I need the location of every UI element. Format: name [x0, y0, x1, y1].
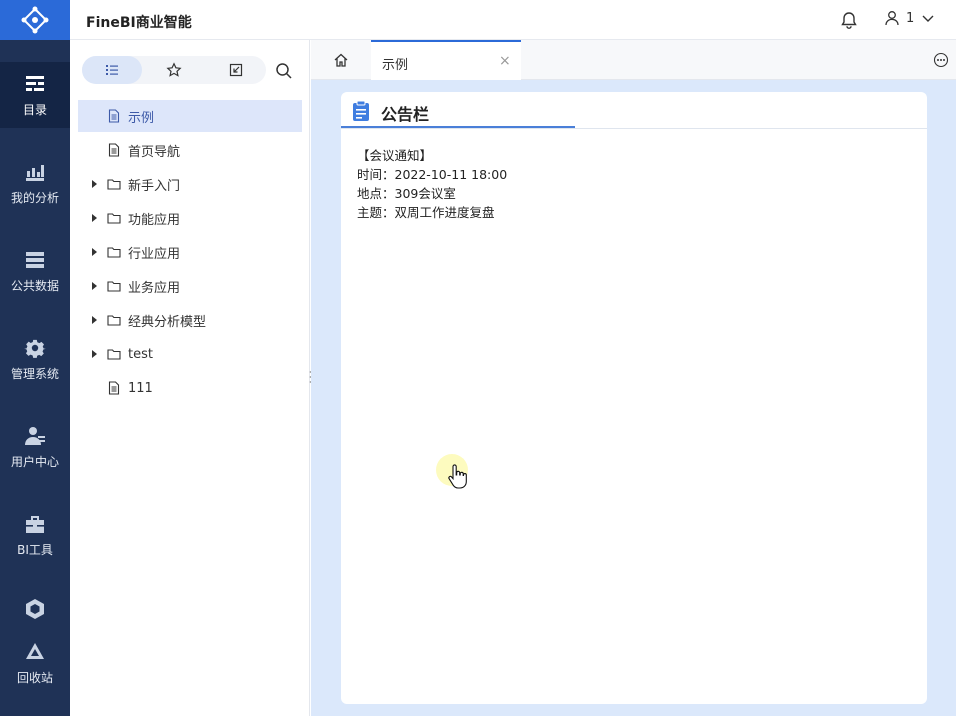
- bulletin-card: 公告栏 【会议通知】 时间：2022-10-11 18:00 地点：309会议室…: [341, 92, 927, 704]
- nav-item-public-data[interactable]: 公共数据: [0, 238, 70, 304]
- notice-line: 【会议通知】: [357, 148, 433, 163]
- tree-item-label: test: [128, 346, 153, 362]
- gear-icon: [24, 339, 46, 358]
- user-center-icon: [25, 426, 45, 445]
- left-nav: 目录 我的分析 公共数据 管理系统 用户中心 BI工具 回收站: [0, 0, 70, 716]
- tab-list[interactable]: [82, 56, 142, 84]
- tree-item-file[interactable]: 示例: [78, 100, 302, 132]
- tree-item-folder[interactable]: 新手入门: [78, 168, 302, 200]
- folder-icon: [107, 315, 121, 326]
- folder-icon: [107, 247, 121, 258]
- nav-item-label: 我的分析: [10, 190, 59, 205]
- tree-item-label: 新手入门: [128, 178, 181, 194]
- bell-icon[interactable]: [840, 11, 858, 29]
- tree-item-folder[interactable]: test: [78, 338, 302, 370]
- top-header: FineBI商业智能 1: [70, 0, 956, 40]
- tree-item-file[interactable]: 首页导航: [78, 134, 302, 166]
- notice-text: 【会议通知】 时间：2022-10-11 18:00 地点：309会议室 主题：…: [357, 146, 507, 222]
- list-icon: [106, 65, 118, 75]
- caret-right-icon[interactable]: [92, 248, 97, 256]
- toolbox-icon: [26, 515, 44, 533]
- tree-item-label: 经典分析模型: [128, 314, 207, 330]
- notice-line: 主题：双周工作进度复盘: [357, 205, 495, 220]
- hand-cursor-icon: [448, 464, 467, 489]
- folder-icon: [107, 179, 121, 190]
- search-icon[interactable]: [275, 62, 293, 80]
- nav-item-catalog[interactable]: 目录: [0, 62, 70, 128]
- app-logo[interactable]: [0, 0, 70, 40]
- file-icon: [108, 109, 120, 123]
- tree-item-label: 功能应用: [128, 212, 181, 228]
- tab-label: 示例: [382, 58, 409, 73]
- tree-item-folder[interactable]: 行业应用: [78, 236, 302, 268]
- tab-example[interactable]: 示例 ×: [371, 40, 521, 80]
- tree-item-label: 业务应用: [128, 280, 181, 296]
- nav-item-label: 目录: [22, 102, 47, 117]
- header-underline: [341, 126, 575, 128]
- nav-item-user-center[interactable]: 用户中心: [0, 414, 70, 480]
- clipboard-icon: [353, 100, 369, 121]
- folder-icon: [107, 281, 121, 292]
- caret-right-icon[interactable]: [92, 180, 97, 188]
- analysis-icon: [26, 164, 44, 181]
- caret-right-icon[interactable]: [92, 282, 97, 290]
- database-icon: [26, 251, 44, 268]
- close-icon[interactable]: ×: [499, 53, 511, 69]
- nav-item-label: 用户中心: [10, 454, 59, 469]
- caret-right-icon[interactable]: [92, 214, 97, 222]
- tree-item-folder[interactable]: 经典分析模型: [78, 304, 302, 336]
- file-icon: [108, 143, 120, 157]
- card-title: 公告栏: [381, 105, 430, 124]
- card-header: 公告栏: [341, 92, 927, 129]
- user-menu[interactable]: 1: [884, 10, 936, 26]
- notice-line: 时间：2022-10-11 18:00: [357, 167, 508, 182]
- import-icon: [229, 63, 243, 77]
- tree-item-label: 首页导航: [128, 144, 181, 160]
- nav-item-bi-tools[interactable]: BI工具: [0, 502, 70, 568]
- nav-item-recycle-bin[interactable]: 回收站: [0, 630, 70, 696]
- star-icon: [166, 62, 182, 77]
- tree-item-label: 111: [128, 380, 153, 396]
- user-name: 1: [906, 10, 915, 26]
- file-icon: [108, 381, 120, 395]
- more-icon[interactable]: [933, 52, 949, 68]
- tree-item-label: 行业应用: [128, 246, 181, 262]
- nav-item-admin-system[interactable]: 管理系统: [0, 326, 70, 392]
- tree-item-file[interactable]: 111: [78, 372, 302, 404]
- home-icon: [334, 53, 348, 67]
- tree-item-folder[interactable]: 功能应用: [78, 202, 302, 234]
- catalog-icon: [26, 75, 44, 91]
- home-tab[interactable]: [311, 40, 371, 80]
- nav-item-label: 公共数据: [10, 278, 59, 293]
- caret-right-icon[interactable]: [92, 316, 97, 324]
- directory-tab-bar: [82, 56, 266, 84]
- tab-import[interactable]: [206, 56, 266, 84]
- folder-icon: [107, 213, 121, 224]
- app-title: FineBI商业智能: [86, 15, 192, 31]
- tab-favorites[interactable]: [144, 56, 204, 84]
- user-icon: [885, 11, 899, 26]
- folder-icon: [107, 349, 121, 360]
- nav-item-label: BI工具: [17, 542, 53, 557]
- caret-right-icon[interactable]: [92, 350, 97, 358]
- tree-item-label: 示例: [128, 110, 155, 126]
- tree-item-folder[interactable]: 业务应用: [78, 270, 302, 302]
- recycle-icon: [26, 642, 44, 659]
- chevron-down-icon: [922, 15, 934, 22]
- nav-item-my-analysis[interactable]: 我的分析: [0, 150, 70, 216]
- logo-icon: [21, 6, 49, 34]
- cube-icon: [26, 599, 44, 619]
- directory-panel: 示例 首页导航 新手入门 功能应用 行业应用 业务应用 经典分析模型 test …: [70, 40, 310, 716]
- nav-item-label: 管理系统: [10, 366, 59, 381]
- main-area: 示例 × 公告栏 【会议通知】 时间：2022-10-11 18:00 地点：3…: [311, 40, 956, 716]
- tab-strip: 示例 ×: [311, 40, 956, 80]
- notice-line: 地点：309会议室: [357, 186, 456, 201]
- nav-item-label: 回收站: [16, 670, 53, 685]
